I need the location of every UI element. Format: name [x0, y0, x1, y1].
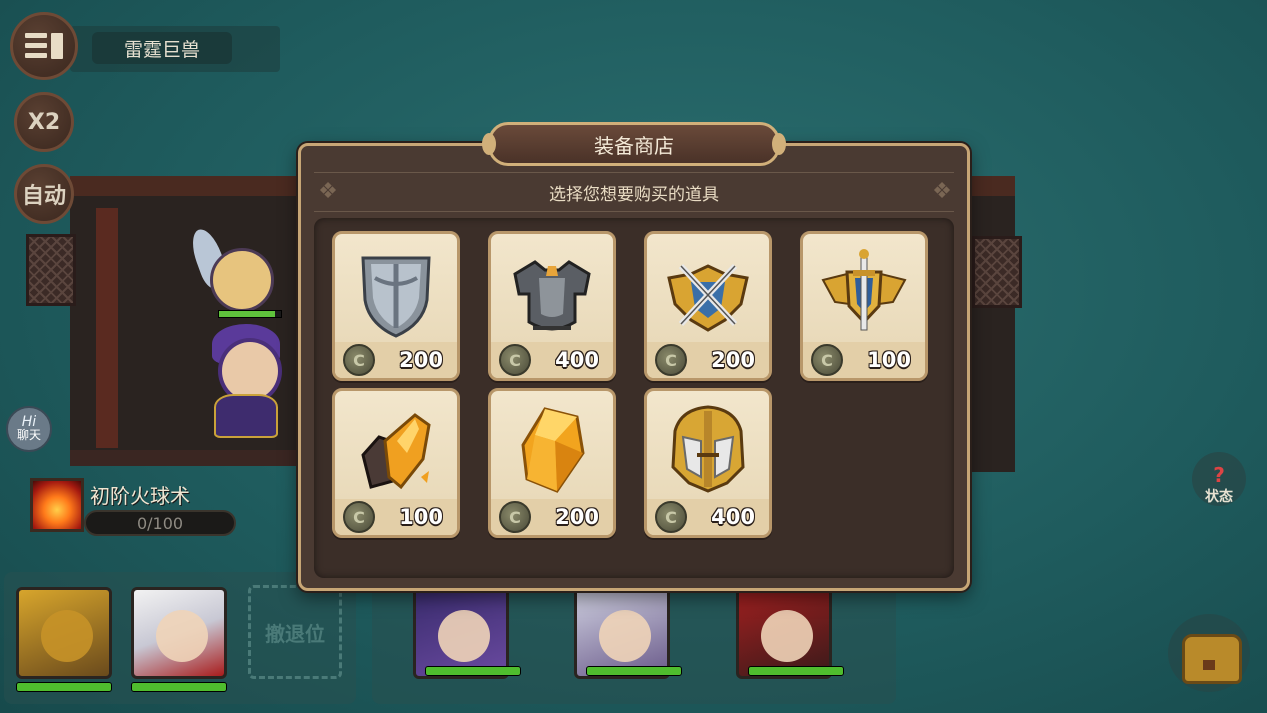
question-icon: ?	[1213, 463, 1225, 487]
item-price: 100	[867, 348, 911, 372]
item-price: 200	[711, 348, 755, 372]
coin-icon: C	[655, 344, 687, 376]
amber-crystal-icon	[521, 407, 585, 493]
coin-icon: C	[343, 501, 375, 533]
fireball-skill-icon[interactable]	[30, 478, 84, 532]
portrait-face	[41, 610, 93, 662]
chat-button[interactable]: Hi 聊天	[6, 406, 52, 452]
shop-title: 装备商店	[482, 122, 786, 166]
hero-head	[210, 248, 274, 312]
status-button[interactable]: ? 状态	[1192, 452, 1246, 506]
amber-ore-icon	[361, 413, 431, 490]
winged-sword-emblem-icon	[821, 249, 907, 331]
chest-armor-icon	[513, 260, 591, 331]
item-price: 100	[399, 505, 443, 529]
shop-item-amber-ore[interactable]: C 100	[332, 388, 460, 538]
shop-item-golden-helmet[interactable]: C 400	[644, 388, 772, 538]
item-price: 200	[555, 505, 599, 529]
portrait-face	[761, 610, 813, 662]
hero-hp-fill	[219, 311, 275, 317]
auto-battle-button[interactable]: 自动	[14, 164, 74, 224]
hero-hp-bar	[218, 310, 282, 318]
inventory-chest-button[interactable]	[1168, 614, 1250, 692]
menu-icon	[25, 33, 63, 59]
hp-bar	[425, 666, 521, 676]
chat-label: 聊天	[16, 428, 41, 442]
hp-bar	[131, 682, 227, 692]
chest-icon	[1182, 634, 1242, 684]
hero-purple-warrior[interactable]	[196, 318, 292, 438]
item-price: 400	[555, 348, 599, 372]
golden-helmet-icon	[671, 405, 745, 493]
status-label: 状态	[1205, 489, 1233, 505]
crossed-swords-emblem-icon	[667, 263, 749, 332]
hero-portrait-white-hair[interactable]	[131, 587, 227, 679]
retreat-slot[interactable]: 撤退位	[248, 585, 342, 679]
hero-feathered-mage[interactable]	[186, 225, 276, 320]
chest-clasp	[1203, 660, 1215, 670]
shop-item-winged-sword-emblem[interactable]: C 100	[800, 231, 928, 381]
skill-progress-bar: 0/100	[84, 510, 236, 536]
shop-item-silver-shield[interactable]: C 200	[332, 231, 460, 381]
item-price: 200	[399, 348, 443, 372]
coin-icon: C	[343, 344, 375, 376]
menu-button[interactable]	[10, 12, 78, 80]
lantern-left	[26, 234, 76, 306]
coin-icon: C	[499, 501, 531, 533]
shop-subtitle: 选择您想要购买的道具	[314, 172, 954, 212]
portrait-face	[438, 610, 490, 662]
speed-x2-button[interactable]: X2	[14, 92, 74, 152]
coin-icon: C	[499, 344, 531, 376]
boss-name: 雷霆巨兽	[92, 32, 232, 64]
coin-icon: C	[811, 344, 843, 376]
shop-item-amber-crystal[interactable]: C 200	[488, 388, 616, 538]
skill-name: 初阶火球术	[90, 484, 190, 508]
hp-fill	[132, 683, 226, 691]
hp-fill	[587, 667, 681, 675]
shop-item-crossed-swords-emblem[interactable]: C 200	[644, 231, 772, 381]
hp-fill	[749, 667, 843, 675]
pillar	[96, 208, 118, 448]
shop-item-chest-armor[interactable]: C 400	[488, 231, 616, 381]
item-price: 400	[711, 505, 755, 529]
lantern-right	[972, 236, 1022, 308]
hp-bar	[748, 666, 844, 676]
hp-fill	[426, 667, 520, 675]
hero-body	[214, 394, 278, 438]
hero-portrait-golden-beast[interactable]	[16, 587, 112, 679]
floor	[70, 450, 310, 466]
portrait-face	[156, 610, 208, 662]
portrait-face	[599, 610, 651, 662]
right-building	[965, 176, 1015, 472]
hp-bar	[586, 666, 682, 676]
hp-bar	[16, 682, 112, 692]
silver-shield-icon	[361, 256, 431, 338]
coin-icon: C	[655, 501, 687, 533]
hp-fill	[17, 683, 111, 691]
